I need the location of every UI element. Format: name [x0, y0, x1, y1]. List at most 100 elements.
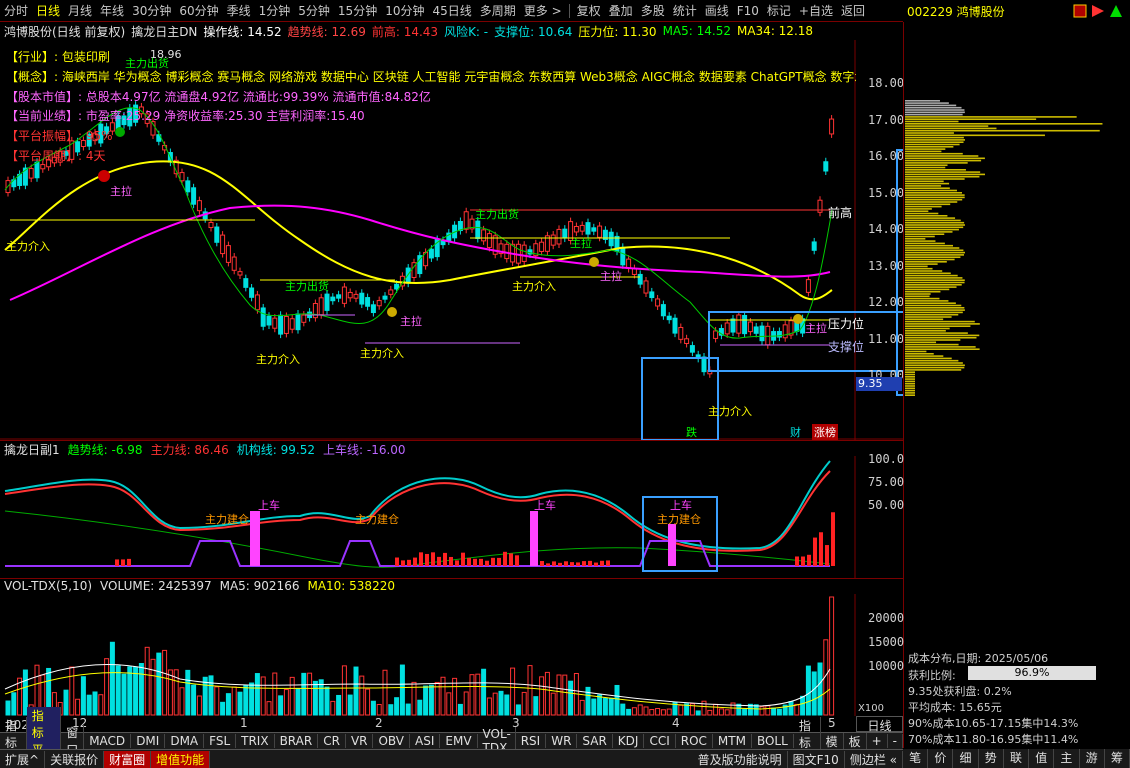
- period-tab[interactable]: 季线: [223, 2, 255, 19]
- stock-label: 鸿博股份(日线 前复权): [4, 24, 126, 39]
- indicator-tab[interactable]: OBV: [373, 734, 411, 748]
- bottom-bar-right-button[interactable]: 图文F10: [788, 750, 845, 768]
- period-tab[interactable]: 多周期: [476, 2, 520, 19]
- toolbar-button[interactable]: +自选: [795, 2, 837, 19]
- period-tab[interactable]: 15分钟: [334, 2, 381, 19]
- side-tab[interactable]: 筹: [1104, 749, 1130, 768]
- side-tab[interactable]: 笔: [903, 749, 929, 768]
- market-value-tag: 【股本市值】: 总股本4.97亿 流通盘4.92亿 流通比:99.39% 流通市…: [6, 90, 431, 104]
- period-toolbar: 分时 日线 月线 年线 30分钟 60分钟 季线 1分钟 5分钟 15分钟 10分钟 45日线 多周期更…: [0, 0, 903, 22]
- volume-unit: X100: [858, 703, 884, 714]
- toolbar-button[interactable]: 叠加: [605, 2, 637, 19]
- indicator-tab[interactable]: CCI: [644, 734, 676, 748]
- toolbar-button[interactable]: F10: [733, 4, 763, 18]
- coin-marker: [793, 314, 803, 324]
- side-tab[interactable]: 价: [928, 749, 954, 768]
- side-tab[interactable]: 势: [978, 749, 1004, 768]
- date-tick: 2: [375, 716, 383, 730]
- side-tab[interactable]: 值: [1029, 749, 1055, 768]
- period-tab[interactable]: 年线: [96, 2, 128, 19]
- sub2-volume: VOLUME: 2425397: [100, 579, 212, 593]
- indicator-tab[interactable]: BOLL: [752, 734, 794, 748]
- period-tab[interactable]: 10分钟: [381, 2, 428, 19]
- profit-value: 96.9%: [1014, 666, 1050, 679]
- toolbar-button[interactable]: 画线: [701, 2, 733, 19]
- indicator-tab[interactable]: ASI: [410, 734, 441, 748]
- sub1-indicator-chart[interactable]: [0, 456, 903, 578]
- indicator-tab[interactable]: KDJ: [613, 734, 645, 748]
- price-tick: 16.00: [868, 149, 905, 163]
- price-tick: 15.00: [868, 185, 905, 200]
- indicator-tab-right[interactable]: 板: [844, 732, 867, 750]
- bottom-bar-button[interactable]: 财富圈: [104, 750, 152, 768]
- sub1-tick: 100.0: [868, 452, 905, 466]
- side-tab[interactable]: 主: [1054, 749, 1080, 768]
- avg-cost: 平均成本: 15.65元: [908, 701, 1002, 714]
- indicator-tab[interactable]: RSI: [516, 734, 547, 748]
- bottom-bar-button[interactable]: 关联报价: [45, 750, 105, 768]
- bottom-bar-button[interactable]: 扩展^: [0, 750, 46, 768]
- period-tab[interactable]: 1分钟: [255, 2, 295, 19]
- side-tab[interactable]: 细: [953, 749, 979, 768]
- indicator-tab-right[interactable]: 模: [821, 732, 844, 750]
- period-tab[interactable]: 30分钟: [128, 2, 175, 19]
- indicator-tab[interactable]: DMA: [165, 734, 205, 748]
- indicator-tab[interactable]: DMI: [131, 734, 166, 748]
- price-tick: 12.00: [868, 295, 905, 309]
- period-button[interactable]: 日线: [856, 716, 903, 733]
- main-in-label: 主力介入: [708, 405, 752, 418]
- indicator-tab[interactable]: TRIX: [236, 734, 275, 748]
- bottom-bar-button[interactable]: 增值功能: [151, 750, 211, 768]
- main-out-label: 主力出货: [475, 208, 519, 221]
- main-pull-label: 主拉: [110, 185, 132, 198]
- main-in-label: 主力介入: [512, 280, 556, 293]
- period-tab[interactable]: 分时: [0, 2, 32, 19]
- main-info-line: 鸿博股份(日线 前复权) 擒龙日主DN 操作线: 14.52 趋势线: 12.6…: [0, 22, 903, 40]
- sub1-main: 主力线: 86.46: [150, 443, 229, 457]
- price-tick: 14.00: [868, 222, 905, 236]
- main-out-label: 主力出货: [125, 57, 169, 70]
- indicator-tab[interactable]: CR: [318, 734, 346, 748]
- toolbar-button[interactable]: 返回: [837, 2, 869, 19]
- toolbar-button[interactable]: 复权: [573, 2, 605, 19]
- bottom-bar-right-button[interactable]: 普及版功能说明: [693, 750, 788, 768]
- indicator-tab[interactable]: WR: [546, 734, 578, 748]
- indicator-tab[interactable]: FSL: [204, 734, 237, 748]
- side-tab[interactable]: 游: [1079, 749, 1105, 768]
- side-tab[interactable]: 联: [1003, 749, 1030, 768]
- volume-chart[interactable]: [0, 594, 903, 716]
- indicator-tab[interactable]: BRAR: [275, 734, 319, 748]
- indicator-tab[interactable]: MACD: [84, 734, 132, 748]
- sub1-inst: 机构线: 99.52: [236, 443, 315, 457]
- bottom-bar-right-button[interactable]: 侧边栏 «: [845, 750, 903, 768]
- header-icons[interactable]: [1070, 3, 1130, 19]
- sub1-tick: 75.00: [868, 475, 905, 489]
- indicator-tab[interactable]: ROC: [676, 734, 713, 748]
- toolbar-button[interactable]: 统计: [669, 2, 701, 19]
- indicator-tab[interactable]: SAR: [577, 734, 613, 748]
- period-tab[interactable]: 45日线: [428, 2, 475, 19]
- indicator-tab[interactable]: VR: [346, 734, 374, 748]
- price-tick: 18.00: [868, 76, 905, 90]
- period-tab[interactable]: 日线: [32, 2, 64, 19]
- b-marker: [98, 170, 110, 182]
- indicator-tab-right[interactable]: +: [867, 734, 888, 748]
- main-pull-label: 主拉: [570, 237, 592, 250]
- period-tab[interactable]: 60分钟: [175, 2, 222, 19]
- period-tab[interactable]: 5分钟: [294, 2, 334, 19]
- toolbar-button[interactable]: 多股: [637, 2, 669, 19]
- cost-date: 成本分布,日期: 2025/05/06: [908, 652, 1049, 665]
- period-tab[interactable]: 月线: [64, 2, 96, 19]
- sub2-info-line: VOL-TDX(5,10) VOLUME: 2425397 MA5: 90216…: [0, 578, 903, 594]
- op-line-value: 操作线: 14.52: [203, 24, 282, 39]
- highlight-box-drop: [641, 357, 719, 440]
- main-pull-label: 主拉: [600, 270, 622, 283]
- indicator-tab[interactable]: MTM: [713, 734, 752, 748]
- indicator-tab-right[interactable]: -: [888, 734, 903, 748]
- main-out-label: 主力出货: [285, 280, 329, 293]
- coin-marker: [387, 307, 397, 317]
- sub1-info-line: 擒龙日副1 趋势线: -6.98 主力线: 86.46 机构线: 99.52 上…: [0, 440, 903, 457]
- toolbar-button[interactable]: 标记: [763, 2, 795, 19]
- period-tab[interactable]: 更多 >: [520, 2, 566, 19]
- indicator-tab[interactable]: EMV: [440, 734, 478, 748]
